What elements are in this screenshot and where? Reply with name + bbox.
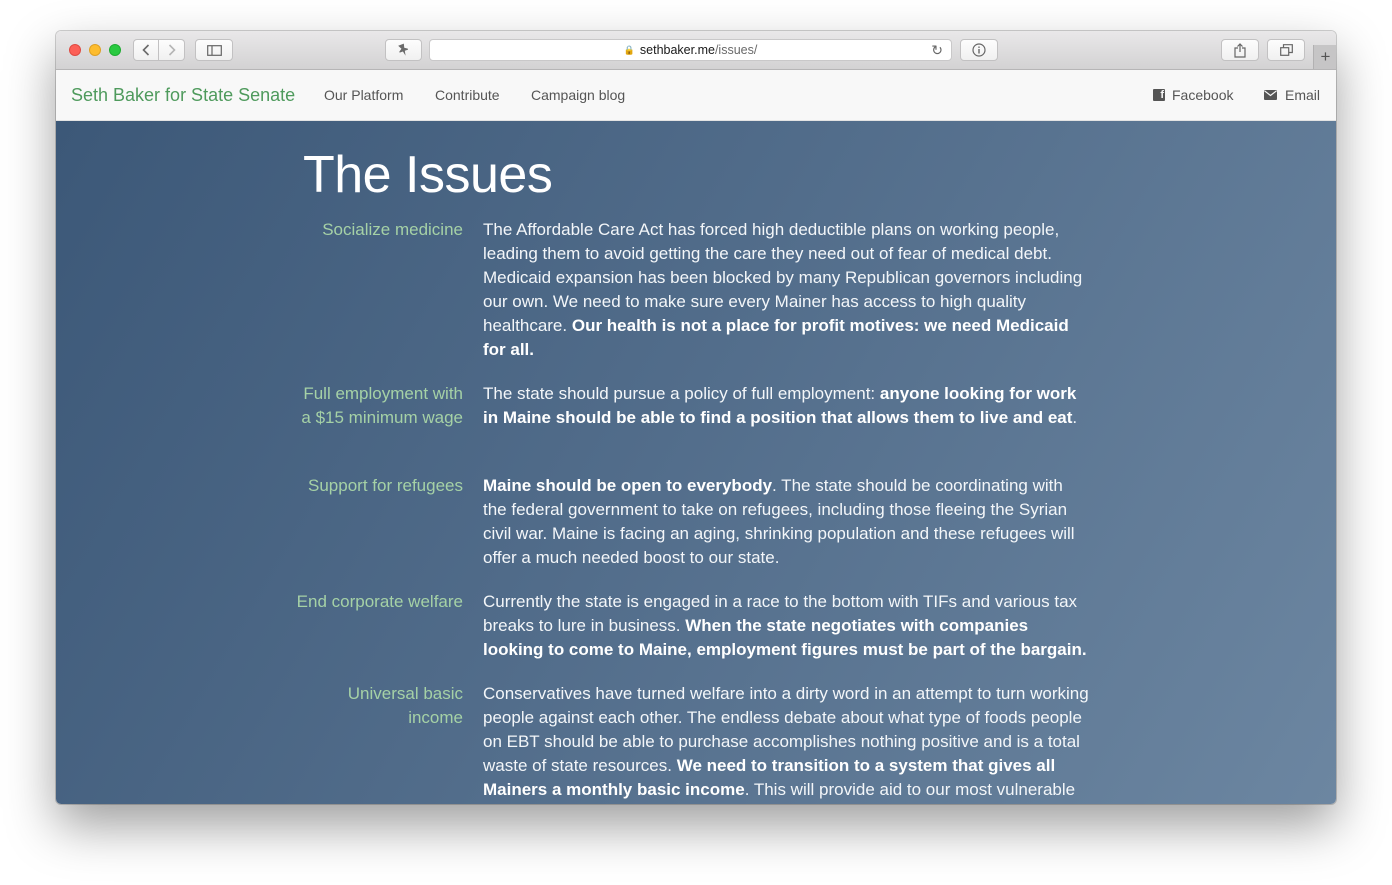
facebook-link-label: Facebook — [1172, 87, 1234, 103]
sidebar-icon — [206, 44, 222, 56]
url-host: sethbaker.me — [639, 43, 715, 57]
site-brand[interactable]: Seth Baker for State Senate — [71, 85, 295, 106]
zoom-window-button[interactable] — [109, 44, 121, 56]
email-link-label: Email — [1285, 87, 1321, 103]
issue-label: Socialize medicine — [322, 220, 463, 239]
close-window-button[interactable] — [69, 44, 81, 56]
nav-link-our-platform[interactable]: Our Platform — [324, 87, 403, 103]
issue-description: The Affordable Care Act has forced high … — [483, 218, 1089, 362]
history-nav — [133, 39, 185, 61]
forward-button[interactable] — [159, 39, 185, 61]
back-button[interactable] — [133, 39, 159, 61]
issue-description: Currently the state is engaged in a race… — [483, 590, 1089, 662]
pin-icon — [397, 43, 408, 56]
issue-label: Support for refugees — [308, 476, 463, 495]
info-icon — [972, 43, 986, 57]
site-navbar: Seth Baker for State Senate Our Platform… — [56, 70, 1336, 121]
issues-content: The Issues Socialize medicine The Afforda… — [56, 121, 1336, 804]
address-bar[interactable]: 🔒 sethbaker.me/issues/ ↻ — [429, 39, 952, 61]
chevron-left-icon — [142, 44, 150, 56]
issue-label: Universal basic income — [347, 684, 463, 727]
issue-description: Maine should be open to everybody. The s… — [483, 474, 1089, 570]
pinned-site-button[interactable] — [385, 39, 422, 61]
issue-label: Full employment with a $15 minimum wage — [301, 384, 463, 427]
envelope-icon — [1264, 90, 1277, 100]
plus-icon: + — [1320, 47, 1331, 66]
tabs-icon — [1279, 44, 1293, 56]
url-path: /issues/ — [714, 43, 758, 57]
share-icon — [1234, 42, 1246, 58]
reader-info-button[interactable] — [960, 39, 998, 61]
browser-toolbar: 🔒 sethbaker.me/issues/ ↻ + — [56, 31, 1336, 70]
issue-text: . — [1072, 408, 1078, 427]
minimize-window-button[interactable] — [89, 44, 101, 56]
share-button[interactable] — [1221, 39, 1259, 61]
lock-icon: 🔒 — [623, 44, 635, 55]
email-link[interactable]: Email — [1264, 87, 1320, 103]
facebook-icon: f — [1153, 89, 1165, 101]
issue-description: Conservatives have turned welfare into a… — [483, 682, 1089, 804]
issue-description: The state should pursue a policy of full… — [483, 382, 1089, 430]
reload-icon[interactable]: ↻ — [931, 42, 943, 59]
issue-text-emphasis: Maine should be open to everybody — [483, 476, 773, 495]
nav-link-campaign-blog[interactable]: Campaign blog — [531, 87, 625, 103]
nav-link-contribute[interactable]: Contribute — [435, 87, 500, 103]
new-tab-button[interactable]: + — [1313, 45, 1336, 69]
chevron-right-icon — [168, 44, 176, 56]
issue-text: The state should pursue a policy of full… — [483, 384, 880, 403]
show-tabs-button[interactable] — [1267, 39, 1305, 61]
page-title: The Issues — [303, 146, 553, 204]
browser-window: 🔒 sethbaker.me/issues/ ↻ + Seth Baker fo… — [56, 31, 1336, 804]
facebook-link[interactable]: f Facebook — [1153, 87, 1233, 103]
sidebar-toggle-button[interactable] — [195, 39, 233, 61]
issue-label: End corporate welfare — [296, 592, 463, 611]
